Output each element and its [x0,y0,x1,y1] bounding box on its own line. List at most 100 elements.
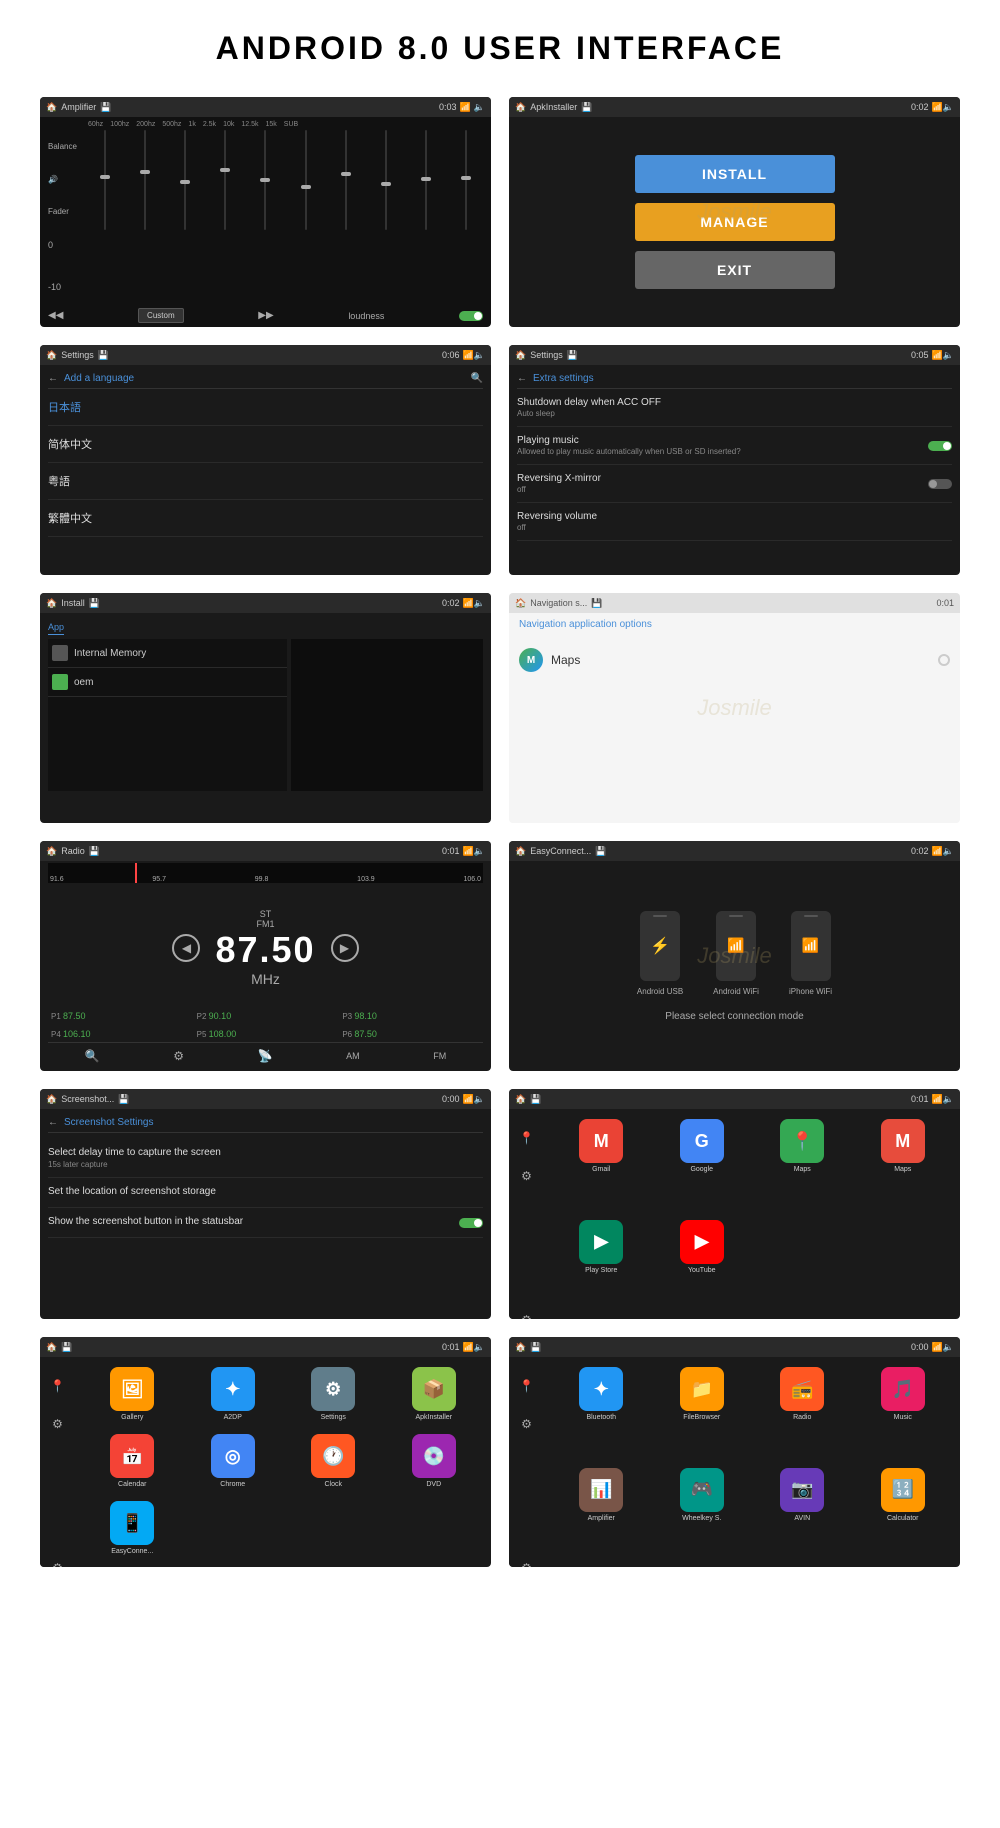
chrome-icon: ◎ [211,1434,255,1478]
sidebar-loc-icon-2[interactable]: 📍 [49,1377,67,1395]
add-language-label: Add a language [64,373,134,384]
apk-status-bar: 🏠 ApkInstaller 💾 0:02 📶🔈 [509,97,960,117]
install-button[interactable]: INSTALL [635,155,835,193]
eq-slider-6[interactable] [288,130,322,304]
sidebar-loc-icon-3[interactable]: 📍 [518,1377,536,1395]
preset-3[interactable]: P3 98.10 [339,1008,483,1024]
install-item-0[interactable]: Internal Memory [48,639,287,668]
app-radio-2[interactable]: 📻 Radio [755,1367,850,1462]
lang-item-3[interactable]: 繁體中文 [48,500,483,537]
iphone-wifi-mode[interactable]: 📶 iPhone WiFi [789,911,832,996]
app-gallery[interactable]: 🖼 Gallery [85,1367,180,1428]
sidebar-location-icon[interactable]: 📍 [518,1129,536,1147]
app2-grid: 🖼 Gallery ✦ A2DP ⚙ Settings 📦 ApkInstall… [75,1357,491,1567]
install-tab-app[interactable]: App [48,622,64,635]
app-filebrowser[interactable]: 📁 FileBrowser [655,1367,750,1462]
lang-item-1[interactable]: 简体中文 [48,426,483,463]
loudness-toggle[interactable] [459,311,483,321]
install-item-1[interactable]: oem [48,668,287,697]
sidebar-set-icon-2[interactable]: ⚙ [49,1415,67,1433]
preset-6[interactable]: P6 87.50 [339,1026,483,1042]
app-playstore[interactable]: ▶ Play Store [554,1220,649,1315]
fader-label: Fader [48,207,86,216]
app-maps-2[interactable]: M Maps [856,1119,951,1214]
app-avin[interactable]: 📷 AVIN [755,1468,850,1563]
app-google[interactable]: G Google [655,1119,750,1214]
app-music[interactable]: 🎵 Music [856,1367,951,1462]
radio-favorites-icon[interactable]: ⚙ [173,1049,184,1063]
app-settings-2[interactable]: ⚙ Settings [286,1367,381,1428]
select-connection-text: Please select connection mode [665,1011,803,1022]
app-amplifier-2[interactable]: 📊 Amplifier [554,1468,649,1563]
app3-status: 🏠 💾 0:00 📶🔈 [509,1337,960,1357]
youtube-icon: ▶ [680,1220,724,1264]
sidebar-gear-icon-2[interactable]: ⚙ [49,1559,67,1567]
app-youtube[interactable]: ▶ YouTube [655,1220,750,1315]
playing-music-toggle[interactable] [928,441,952,451]
back-arrow[interactable]: ← [48,373,58,384]
android-usb-mode[interactable]: ⚡ Android USB [637,911,683,996]
radio-fm-btn[interactable]: FM [433,1051,446,1061]
eq-slider-7[interactable] [329,130,363,304]
maps-icon: M [519,648,543,672]
settings-extra-header: ← Extra settings [517,369,952,389]
eq-slider-9[interactable] [409,130,443,304]
lang-item-0[interactable]: 日本語 [48,389,483,426]
nav-radio-btn[interactable] [938,654,950,666]
exit-button[interactable]: EXIT [635,251,835,289]
ss-statusbar-toggle[interactable] [459,1218,483,1228]
app-calendar[interactable]: 📅 Calendar [85,1434,180,1495]
app-bluetooth[interactable]: ✦ Bluetooth [554,1367,649,1462]
preset-5[interactable]: P5 108.00 [194,1026,338,1042]
eq-slider-3[interactable] [168,130,202,304]
ss-back-arrow[interactable]: ← [48,1117,58,1128]
app-gmail[interactable]: M Gmail [554,1119,649,1214]
android-wifi-phone: 📶 [716,911,756,981]
radio-next-btn[interactable]: ▶ [331,934,359,962]
app-chrome[interactable]: ◎ Chrome [186,1434,281,1495]
app-maps-1[interactable]: 📍 Maps [755,1119,850,1214]
calculator-icon: 🔢 [881,1468,925,1512]
app-dvd[interactable]: 💿 DVD [387,1434,482,1495]
radio-band: FM1 [215,919,315,929]
calendar-icon: 📅 [110,1434,154,1478]
eq-slider-1[interactable] [88,130,122,304]
app-wheelkey[interactable]: 🎮 Wheelkey S. [655,1468,750,1563]
preset-2[interactable]: P2 90.10 [194,1008,338,1024]
xmirror-toggle[interactable] [928,479,952,489]
amplifier-app-icon: 📊 [579,1468,623,1512]
app-apkinstaller-2[interactable]: 📦 ApkInstaller [387,1367,482,1428]
sidebar-gear-icon[interactable]: ⚙ [518,1311,536,1319]
app-calculator[interactable]: 🔢 Calculator [856,1468,951,1563]
radio-prev-btn[interactable]: ◀ [172,934,200,962]
settings-app-icon: ⚙ [311,1367,355,1411]
back-arrow-extra[interactable]: ← [517,373,527,384]
app-clock[interactable]: 🕐 Clock [286,1434,381,1495]
radio-am-btn[interactable]: AM [346,1051,360,1061]
app2-grid-area: 🖼 Gallery ✦ A2DP ⚙ Settings 📦 ApkInstall… [75,1357,491,1567]
radio-presets: P1 87.50 P2 90.10 P3 98.10 P4 106.10 P5 … [48,1008,483,1042]
eq-slider-8[interactable] [369,130,403,304]
sidebar-gear-icon-3[interactable]: ⚙ [518,1559,536,1567]
sidebar-set-icon-3[interactable]: ⚙ [518,1415,536,1433]
sidebar-settings-icon[interactable]: ⚙ [518,1167,536,1185]
search-icon-lang[interactable]: 🔍 [471,373,483,384]
eq-slider-4[interactable] [208,130,242,304]
preset-1[interactable]: P1 87.50 [48,1008,192,1024]
radio-signal-icon[interactable]: 📡 [258,1049,273,1063]
app-bt[interactable]: ✦ A2DP [186,1367,281,1428]
nav-maps-item[interactable]: M Maps [519,640,950,680]
radio-search-icon[interactable]: 🔍 [85,1049,100,1063]
app1-grid-area: M Gmail G Google 📍 Maps M Maps [544,1109,960,1319]
eq-slider-2[interactable] [128,130,162,304]
android-wifi-mode[interactable]: 📶 Android WiFi [713,911,759,996]
eq-slider-5[interactable] [248,130,282,304]
lang-item-2[interactable]: 粤語 [48,463,483,500]
app-grid-2-screen: 🏠 💾 0:01 📶🔈 📍 ⚙ ⚙ 🖼 Gallery [40,1337,491,1567]
custom-button[interactable]: Custom [138,308,184,323]
app3-main: 📍 ⚙ ⚙ ✦ Bluetooth 📁 FileBrowser 📻 [509,1357,960,1567]
preset-4[interactable]: P4 106.10 [48,1026,192,1042]
eq-slider-10[interactable] [449,130,483,304]
manage-button[interactable]: MANAGE [635,203,835,241]
app-easyconn[interactable]: 📱 EasyConne... [85,1501,180,1562]
